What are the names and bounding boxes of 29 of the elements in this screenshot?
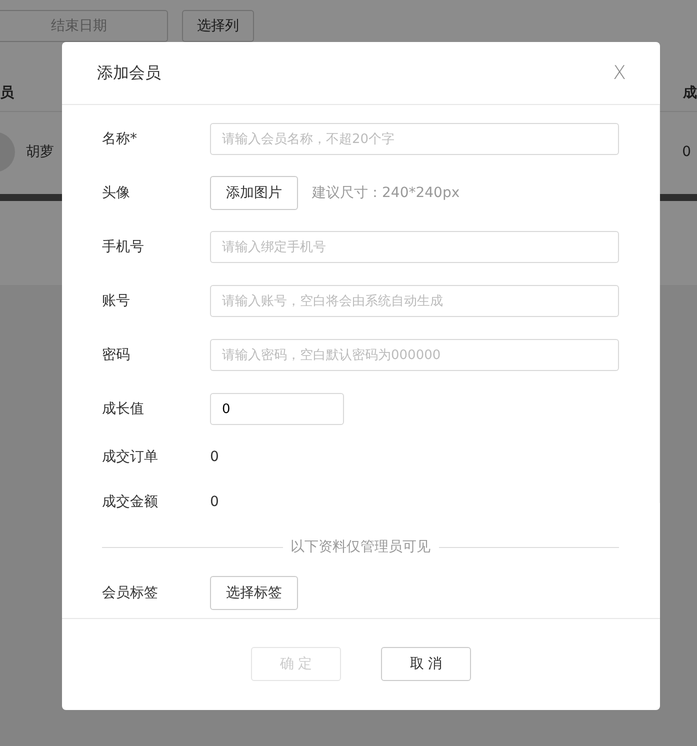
upload-button[interactable]: 添加图片: [210, 176, 298, 210]
input-field[interactable]: 请输入密码，空白默认密码为000000: [210, 339, 619, 371]
dialog-title: 添加会员: [97, 62, 161, 84]
field-value: 0: [210, 449, 219, 465]
input-field[interactable]: 请输入绑定手机号: [210, 231, 619, 263]
column-select-button[interactable]: 选择列: [182, 10, 254, 42]
field-label: 密码: [102, 346, 131, 364]
field-label: 头像: [102, 184, 131, 202]
field-label: 名称*: [102, 130, 138, 148]
hint-text: 建议尺寸：240*240px: [312, 184, 460, 202]
input-field[interactable]: 0: [210, 393, 344, 425]
input-field[interactable]: 请输入账号，空白将会由系统自动生成: [210, 285, 619, 317]
field-value: 0: [210, 494, 219, 510]
field-label: 手机号: [102, 238, 145, 256]
field-label: 成交订单: [102, 448, 159, 466]
field-label: 成长值: [102, 400, 145, 418]
close-button[interactable]: X: [610, 62, 628, 84]
upload-button[interactable]: 选择标签: [210, 576, 298, 610]
section-caption: 以下资料仅管理员可见: [290, 538, 430, 556]
field-label: 账号: [102, 292, 131, 310]
field-label: 成交金额: [102, 493, 159, 511]
column-header: 员: [0, 84, 14, 102]
input-field[interactable]: 请输入会员名称，不超20个字: [210, 123, 619, 155]
table-cell: 胡萝: [26, 143, 54, 161]
field-label: 会员标签: [102, 584, 159, 602]
cancel-button[interactable]: 取 消: [381, 646, 471, 680]
column-header: 成: [683, 84, 697, 102]
date-field[interactable]: 结束日期: [0, 10, 168, 42]
table-cell: 0: [682, 144, 691, 160]
